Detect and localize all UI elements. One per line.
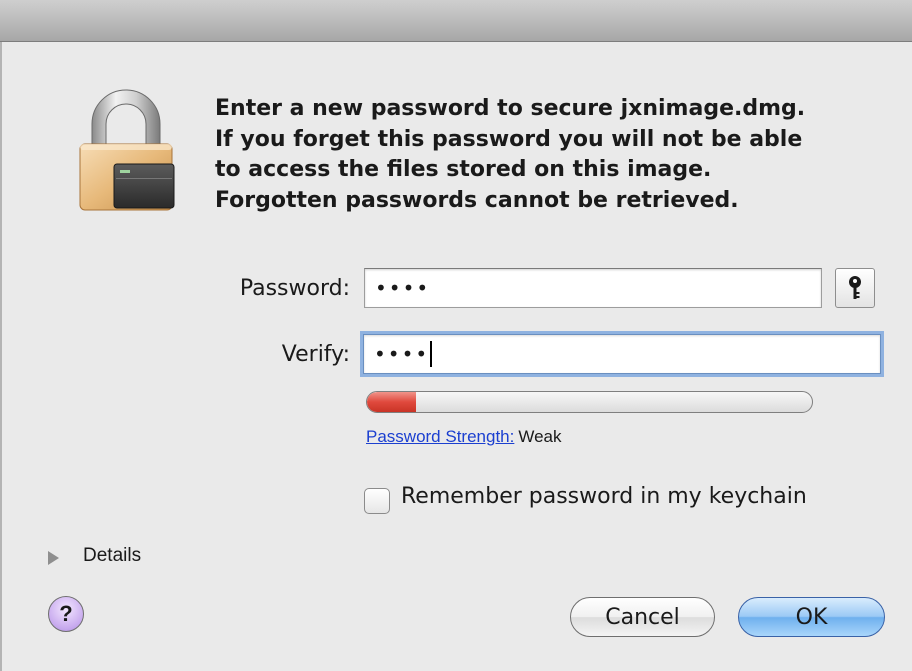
- cancel-button[interactable]: Cancel: [570, 597, 715, 637]
- password-strength-fill: [367, 392, 416, 412]
- verify-label: Verify:: [281, 342, 350, 367]
- password-value: ••••: [375, 276, 431, 300]
- password-strength-meter: [366, 391, 813, 413]
- password-strength-value: Weak: [518, 427, 562, 446]
- disclosure-triangle-icon[interactable]: [48, 551, 59, 565]
- padlock-icon: [79, 89, 175, 211]
- window-titlebar[interactable]: [0, 0, 912, 42]
- message-line: If you forget this password you will not…: [215, 126, 803, 152]
- remember-keychain-checkbox[interactable]: [364, 488, 390, 514]
- verify-value: ••••: [374, 342, 430, 366]
- help-button[interactable]: ?: [48, 596, 84, 632]
- ok-button[interactable]: OK: [738, 597, 885, 637]
- details-label[interactable]: Details: [83, 545, 141, 567]
- password-assistant-button[interactable]: [835, 268, 875, 308]
- key-icon: [849, 276, 861, 299]
- password-label: Password:: [239, 276, 350, 301]
- help-icon: ?: [59, 601, 73, 626]
- message-line: Enter a new password to secure jxnimage.…: [215, 96, 806, 121]
- text-caret: [430, 341, 433, 367]
- message-line: Forgotten passwords cannot be retrieved.: [215, 187, 739, 213]
- password-strength-row: Password Strength: Weak: [366, 427, 562, 447]
- dialog-message: Enter a new password to secure jxnimage.…: [215, 94, 895, 216]
- password-strength-link[interactable]: Password Strength:: [366, 427, 514, 446]
- message-line: to access the files stored on this image…: [215, 157, 712, 182]
- verify-field[interactable]: ••••: [363, 334, 881, 374]
- window-frame: [0, 42, 2, 671]
- remember-keychain-label[interactable]: Remember password in my keychain: [401, 484, 807, 509]
- password-field[interactable]: ••••: [364, 268, 822, 308]
